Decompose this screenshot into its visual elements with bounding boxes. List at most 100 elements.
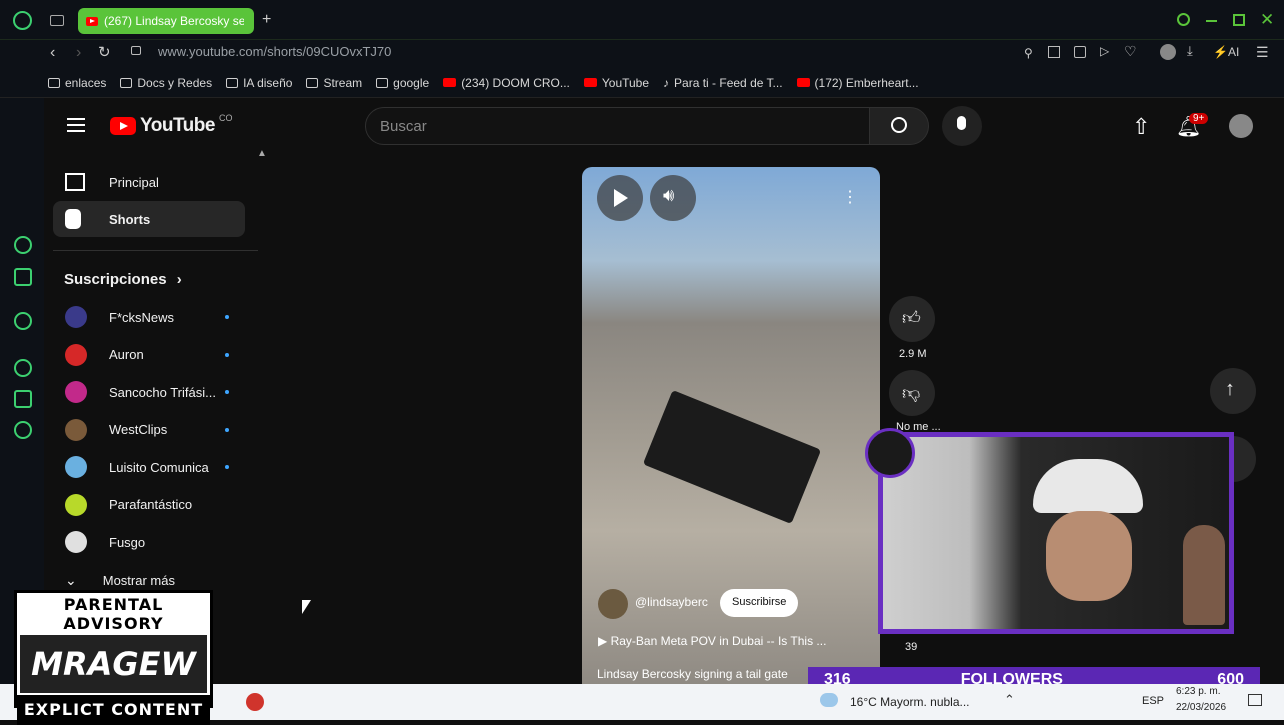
new-content-dot	[225, 427, 229, 432]
sidebar-item-shorts[interactable]: Shorts	[53, 201, 245, 237]
bookmark-tiktok[interactable]: ♪ Para ti - Feed de T...	[663, 76, 783, 90]
subscription-item[interactable]: Fusgo	[53, 524, 245, 560]
weather-text[interactable]: 16°C Mayorm. nubla...	[850, 695, 970, 709]
bookmark-label: google	[393, 75, 430, 90]
search-tabs-icon[interactable]	[1177, 13, 1190, 26]
stream-logo	[865, 428, 915, 478]
channel-avatar[interactable]	[598, 589, 628, 619]
hamburger-menu-icon[interactable]	[67, 118, 85, 132]
bookmark-label: (172) Emberheart...	[814, 75, 919, 90]
menu-icon-browser[interactable]: ☰	[1256, 44, 1269, 61]
subscriptions-title[interactable]: Suscripciones ›	[64, 271, 182, 288]
url-field[interactable]: www.youtube.com/shorts/09CUOvxTJ70	[158, 44, 391, 59]
close-window-button[interactable]: ✕	[1260, 10, 1274, 30]
adblock-icon[interactable]	[1074, 46, 1086, 58]
youtube-logo[interactable]: YouTube CO	[110, 113, 233, 137]
back-icon[interactable]: ‹	[50, 44, 55, 62]
subscription-item[interactable]: Sancocho Trifási...	[53, 374, 245, 410]
clock-time[interactable]: 6:23 p. m.	[1176, 686, 1220, 697]
search-button[interactable]	[869, 107, 929, 145]
bookmark-google[interactable]: google	[376, 76, 429, 90]
streamer-face	[1046, 511, 1132, 601]
bookmark-label: IA diseño	[243, 75, 293, 90]
tab-islands-icon[interactable]	[50, 15, 64, 26]
related-video-link[interactable]: ▶ Ray-Ban Meta POV in Dubai -- Is This .…	[598, 634, 826, 648]
extension-avatar-icon[interactable]	[1160, 44, 1176, 60]
forward-icon[interactable]: ›	[76, 44, 81, 62]
ai-button[interactable]: ⚡AI	[1213, 45, 1239, 59]
notifications-button[interactable]: 🔔︎ 9+	[1176, 113, 1209, 139]
channel-avatar	[65, 456, 87, 478]
language-indicator[interactable]: ESP	[1142, 695, 1164, 707]
snapshot-icon[interactable]	[1048, 46, 1060, 58]
subscription-item[interactable]: Auron	[53, 337, 245, 373]
folder-icon	[226, 77, 239, 88]
bookmark-docs-redes[interactable]: Docs y Redes	[120, 76, 212, 90]
ai-label: AI	[1227, 45, 1240, 59]
new-tab-button[interactable]: +	[262, 11, 271, 29]
bookmark-youtube[interactable]: YouTube	[583, 75, 650, 90]
bookmark-emberheart[interactable]: (172) Emberheart...	[796, 75, 919, 90]
mouse-cursor-icon	[302, 600, 311, 614]
heart-icon[interactable]: ♡	[1124, 43, 1137, 60]
player-icon[interactable]: ▷	[1100, 44, 1109, 58]
bookmark-label: Para ti - Feed de T...	[674, 75, 783, 90]
channel-avatar	[65, 381, 87, 403]
play-button[interactable]	[597, 175, 643, 221]
reload-icon[interactable]: ↻	[98, 43, 111, 61]
voice-search-button[interactable]	[942, 106, 982, 146]
subscription-item[interactable]: F*cksNews	[53, 299, 245, 335]
volume-button[interactable]: 🔊︎	[650, 175, 696, 221]
chevron-down-icon: ⌄	[65, 571, 77, 588]
opera-logo-icon[interactable]	[13, 11, 32, 30]
extensions-icon[interactable]	[14, 390, 32, 408]
browser-tab-active[interactable]: (267) Lindsay Bercosky se	[78, 8, 254, 34]
subscription-item[interactable]: Parafantástico	[53, 487, 245, 523]
video-caption: Lindsay Bercosky signing a tail gate	[597, 667, 788, 681]
new-content-dot	[225, 390, 229, 394]
previous-short-button[interactable]: ↑	[1210, 368, 1256, 414]
like-button[interactable]: 👍︎	[889, 296, 935, 342]
channel-handle[interactable]: @lindsayberc	[635, 595, 708, 609]
settings-icon[interactable]	[14, 421, 32, 439]
dislike-button[interactable]: 👎︎	[889, 370, 935, 416]
subscribe-button[interactable]: Suscribirse	[720, 589, 799, 617]
bookmark-label: Docs y Redes	[137, 75, 213, 90]
tray-chevron-icon[interactable]: ⌃	[1004, 692, 1015, 708]
subscriptions-label: Suscripciones	[64, 271, 167, 288]
clock-date[interactable]: 22/03/2026	[1176, 702, 1226, 713]
channel-avatar	[65, 343, 87, 366]
bookmark-icon[interactable]: ⚲	[1024, 46, 1033, 60]
minimize-button[interactable]	[1206, 20, 1217, 22]
notification-center-icon[interactable]	[1248, 694, 1262, 706]
sidebar-item-principal[interactable]: Principal	[53, 164, 245, 200]
whatsapp-icon[interactable]	[14, 312, 32, 330]
bookmark-ia-diseno[interactable]: IA diseño	[226, 76, 292, 90]
advisory-bottom: EXPLICT CONTENT	[17, 695, 210, 725]
arrow-up-icon: ↑	[1225, 378, 1235, 400]
bookmark-enlaces[interactable]: enlaces	[48, 76, 106, 90]
youtube-icon	[796, 78, 810, 87]
subscription-item[interactable]: Luisito Comunica	[53, 449, 245, 485]
upload-icon[interactable]: ⇧	[1132, 114, 1150, 140]
funko-figure	[1183, 525, 1225, 625]
download-icon[interactable]: ⤓	[1187, 43, 1193, 59]
browser-taskbar-icon[interactable]	[246, 693, 264, 711]
bookmark-label: enlaces	[65, 75, 107, 90]
bookmark-doom[interactable]: (234) DOOM CRO...	[443, 76, 570, 90]
advisory-logo: MRAGEW	[20, 635, 207, 693]
subscription-item[interactable]: WestClips	[53, 412, 245, 448]
bookmark-label: YouTube	[601, 75, 650, 90]
bookmark-label: Stream	[323, 75, 363, 90]
maximize-button[interactable]	[1233, 14, 1245, 26]
aria-icon[interactable]	[14, 236, 32, 254]
workspaces-icon[interactable]	[14, 268, 32, 286]
avatar[interactable]	[1229, 114, 1253, 138]
history-icon[interactable]	[14, 359, 32, 377]
short-video-player[interactable]: 🔊︎ ⋮ @lindsayberc Suscribirse ▶ Ray-Ban …	[582, 167, 880, 687]
bookmark-stream[interactable]: Stream	[306, 76, 362, 90]
search-input[interactable]: Buscar	[365, 107, 870, 145]
more-options-icon[interactable]: ⋮	[842, 187, 858, 207]
logo-country: CO	[218, 113, 233, 123]
collapse-chevron-icon[interactable]: ▲	[257, 148, 267, 159]
